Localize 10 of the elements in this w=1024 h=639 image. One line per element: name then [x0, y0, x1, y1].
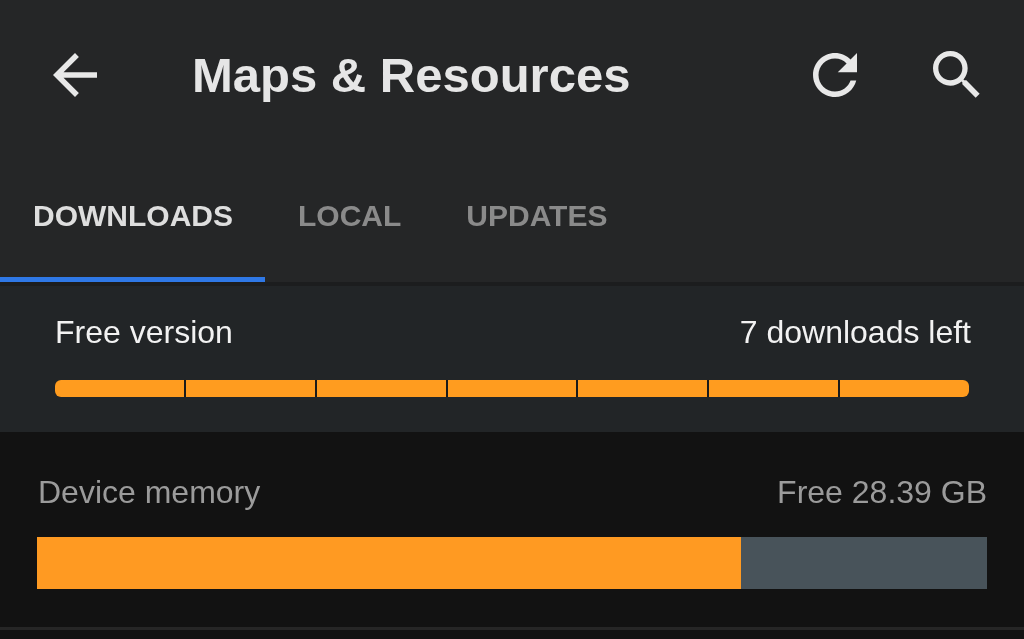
- free-space-text: Free 28.39 GB: [777, 473, 987, 511]
- storage-label: Device memory: [38, 473, 261, 511]
- plan-label: Free version: [55, 313, 233, 351]
- tab[interactable]: UPDATES: [433, 150, 640, 282]
- downloads-left-text: 7 downloads left: [739, 313, 971, 351]
- back-arrow-icon: [53, 53, 97, 97]
- refresh-icon: [813, 53, 857, 97]
- screen-title: Maps & Resources: [192, 47, 631, 104]
- tab[interactable]: LOCAL: [265, 150, 434, 282]
- search-icon: [933, 51, 981, 99]
